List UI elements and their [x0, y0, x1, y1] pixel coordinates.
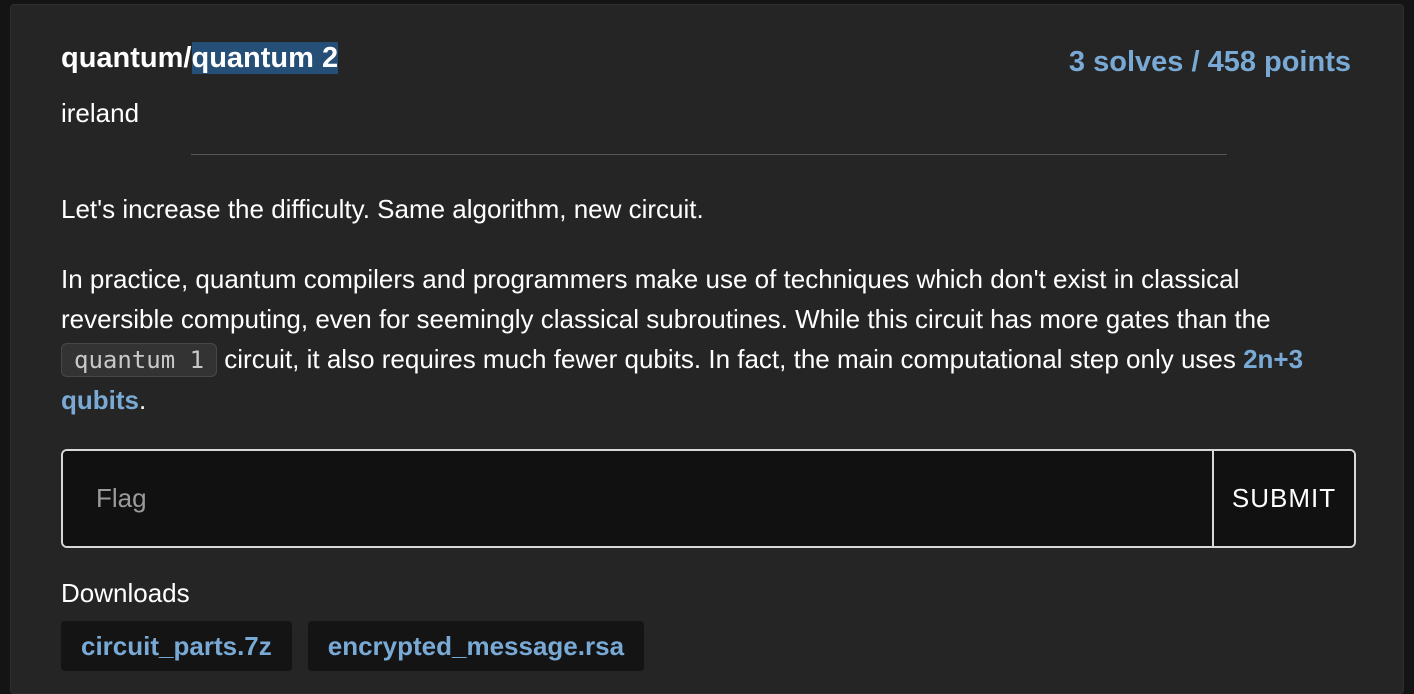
description-paragraph-2: In practice, quantum compilers and progr… — [61, 259, 1321, 420]
flag-form: SUBMIT — [61, 449, 1356, 548]
inline-code: quantum 1 — [61, 343, 218, 377]
challenge-description: Let's increase the difficulty. Same algo… — [61, 189, 1321, 450]
downloads-label: Downloads — [61, 578, 190, 608]
description-text: . — [139, 385, 147, 415]
downloads-list: circuit_parts.7z encrypted_message.rsa — [61, 621, 645, 671]
challenge-card: quantum/quantum 2 3 solves / 458 points … — [10, 4, 1404, 694]
challenge-category: quantum/ — [61, 42, 192, 74]
challenge-title: quantum/quantum 2 — [61, 41, 339, 75]
download-circuit-parts[interactable]: circuit_parts.7z — [61, 621, 292, 671]
description-text: In practice, quantum compilers and progr… — [61, 264, 1271, 334]
description-text: circuit, it also requires much fewer qub… — [217, 344, 1244, 374]
submit-button[interactable]: SUBMIT — [1212, 451, 1354, 546]
challenge-author: ireland — [61, 98, 140, 128]
challenge-name-selected: quantum 2 — [191, 42, 339, 74]
flag-input[interactable] — [63, 451, 1212, 546]
divider — [191, 154, 1227, 155]
download-encrypted-message[interactable]: encrypted_message.rsa — [307, 621, 645, 671]
solves-points: 3 solves / 458 points — [1068, 46, 1351, 78]
description-paragraph-1: Let's increase the difficulty. Same algo… — [61, 194, 704, 224]
